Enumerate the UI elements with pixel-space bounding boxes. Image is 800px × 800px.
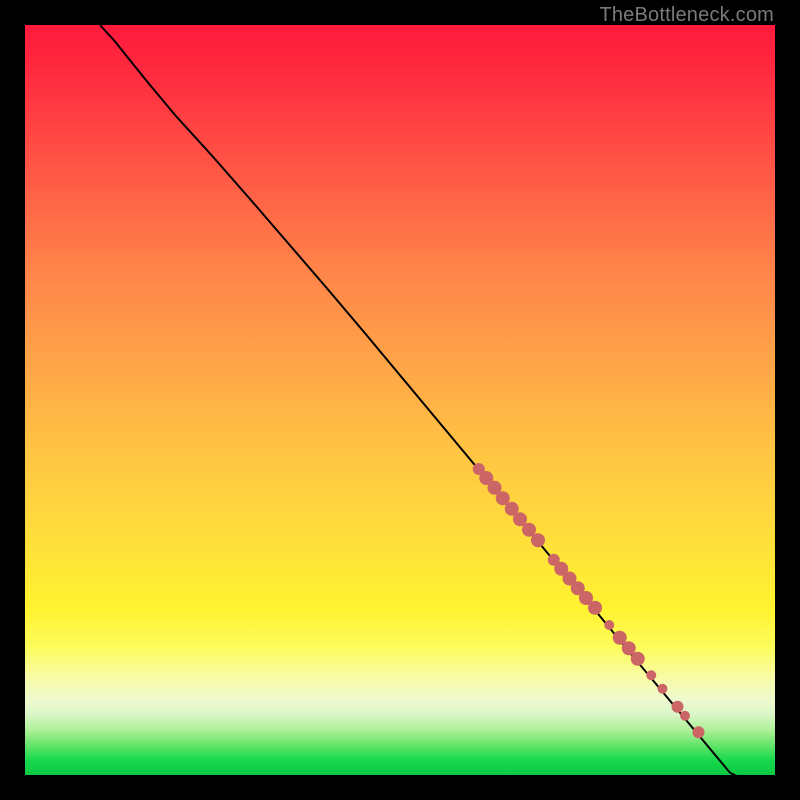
chart-point [604, 620, 614, 630]
chart-point [646, 670, 656, 680]
chart-point [658, 684, 668, 694]
chart-point [631, 652, 645, 666]
chart-point [588, 601, 602, 615]
chart-point [672, 701, 684, 713]
chart-curve [100, 25, 768, 775]
chart-points-group [473, 463, 774, 775]
chart-point [680, 711, 690, 721]
chart-point [693, 726, 705, 738]
chart-stage: TheBottleneck.com [0, 0, 800, 800]
watermark-text: TheBottleneck.com [599, 4, 774, 27]
plot-background-gradient [25, 25, 775, 775]
chart-point [531, 533, 545, 547]
plot-svg [25, 25, 775, 775]
